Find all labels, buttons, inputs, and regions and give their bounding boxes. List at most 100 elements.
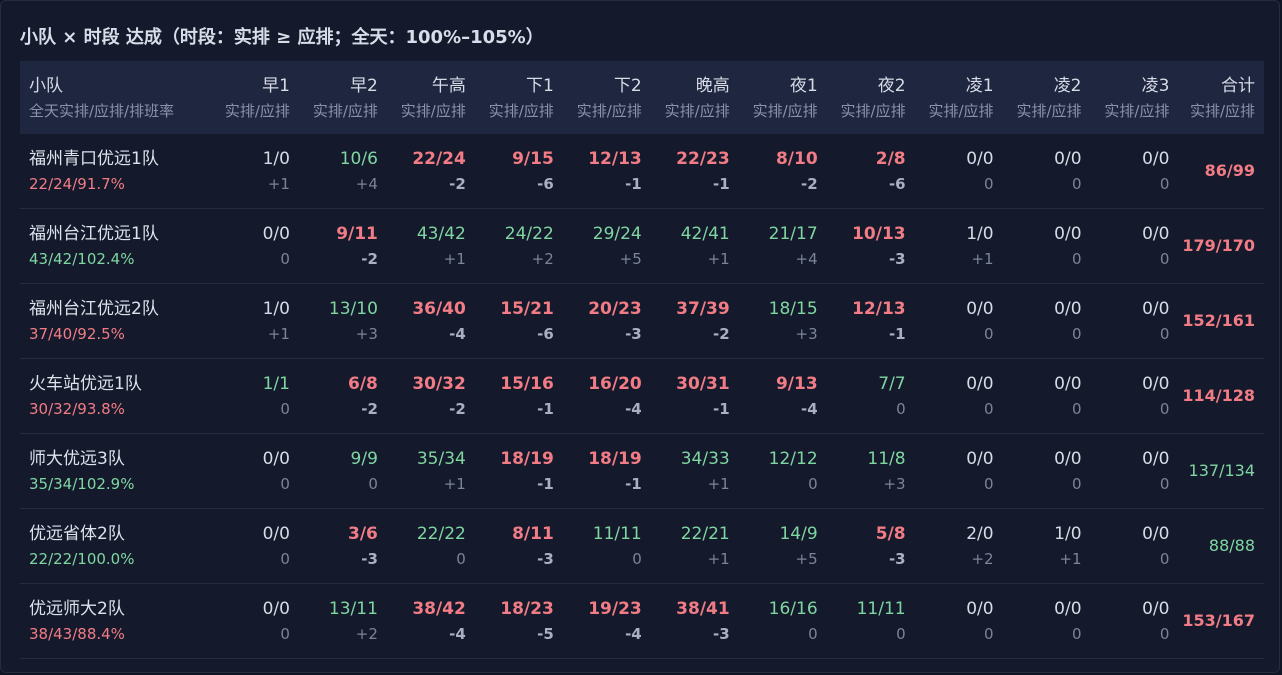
slot-value: 30/32 — [412, 374, 466, 394]
slot-cell: 3/6 -3 — [299, 509, 387, 584]
slot-diff: 0 — [1159, 325, 1170, 343]
slot-value: 3/6 — [348, 524, 378, 544]
slot-value: 16/16 — [768, 599, 818, 619]
slot-diff: -2 — [449, 400, 466, 418]
slot-value: 0/0 — [1142, 524, 1170, 544]
slot-diff: -2 — [800, 175, 818, 193]
team-cell: 火车站优远1队 30/32/93.8% — [20, 359, 211, 434]
slot-value: 7/7 — [878, 374, 906, 394]
slot-diff: -1 — [625, 475, 642, 493]
slot-cell: 16/20 -4 — [563, 359, 651, 434]
total-cell: 179/170 — [1178, 209, 1264, 284]
slot-value: 0/0 — [966, 374, 994, 394]
slot-diff: -4 — [449, 625, 466, 643]
column-header-slot-sub: 实排/应排 — [312, 101, 378, 120]
table-row[interactable]: 优远省体2队 22/22/100.0% 0/0 0 3/6 -3 22/22 0 8/11 -3 1… — [20, 509, 1264, 584]
slot-diff: -3 — [888, 250, 906, 268]
slot-diff: 0 — [1159, 400, 1170, 418]
column-header-slot[interactable]: 夜2 实排/应排 — [827, 61, 915, 134]
slot-value: 0/0 — [262, 449, 290, 469]
slot-cell: 20/23 -3 — [563, 284, 651, 359]
slot-diff: -3 — [361, 550, 378, 568]
slot-value: 0/0 — [1142, 374, 1170, 394]
team-daily-rate: 43/42/102.4% — [29, 250, 135, 268]
slot-cell: 0/0 0 — [1091, 509, 1179, 584]
table-row[interactable]: 福州台江优远1队 43/42/102.4% 0/0 0 9/11 -2 43/42 +1 24/… — [20, 209, 1264, 284]
column-header-slot[interactable]: 凌3 实排/应排 — [1091, 61, 1179, 134]
slot-value: 9/15 — [512, 149, 554, 169]
slot-value: 1/0 — [966, 224, 994, 244]
column-header-slot-sub: 实排/应排 — [1104, 101, 1170, 120]
slot-cell: 36/40 -4 — [387, 284, 475, 359]
table-row[interactable]: 师大优远3队 35/34/102.9% 0/0 0 9/9 0 35/34 +1 18/19 -1… — [20, 434, 1264, 509]
slot-value: 38/41 — [676, 599, 730, 619]
slot-value: 12/13 — [588, 149, 642, 169]
slot-diff: -1 — [625, 175, 642, 193]
team-cell: 优远省体2队 22/22/100.0% — [20, 509, 211, 584]
column-header-slot[interactable]: 夜1 实排/应排 — [739, 61, 827, 134]
slot-cell: 0/0 0 — [915, 434, 1003, 509]
column-header-slot[interactable]: 晚高 实排/应排 — [651, 61, 739, 134]
column-header-slot[interactable]: 凌2 实排/应排 — [1003, 61, 1091, 134]
column-header-slot[interactable]: 下1 实排/应排 — [475, 61, 563, 134]
slot-diff: -1 — [537, 400, 554, 418]
slot-diff: 0 — [896, 400, 906, 418]
column-header-total-label: 合计 — [1221, 75, 1255, 96]
slot-cell: 10/6 +4 — [299, 134, 387, 209]
slot-cell: 42/41 +1 — [651, 209, 739, 284]
team-name: 优远师大2队 — [29, 599, 125, 619]
team-daily-rate: 30/32/93.8% — [29, 400, 125, 418]
slot-cell: 0/0 0 — [1091, 134, 1179, 209]
slot-cell: 0/0 0 — [1003, 134, 1091, 209]
column-header-slot-label: 夜1 — [789, 75, 818, 96]
slot-diff: -6 — [537, 325, 554, 343]
column-header-slot[interactable]: 凌1 实排/应排 — [915, 61, 1003, 134]
slot-cell: 0/0 0 — [1091, 434, 1179, 509]
column-header-total[interactable]: 合计 实排/应排 — [1178, 61, 1264, 134]
total-cell: 137/134 — [1178, 434, 1264, 509]
slot-cell: 1/0 +1 — [1003, 509, 1091, 584]
slot-cell: 18/19 -1 — [563, 434, 651, 509]
column-header-slot[interactable]: 下2 实排/应排 — [563, 61, 651, 134]
slot-cell: 11/8 +3 — [827, 434, 915, 509]
table-row[interactable]: 福州青口优远1队 22/24/91.7% 1/0 +1 10/6 +4 22/24 -2 9/1… — [20, 134, 1264, 209]
slot-value: 35/34 — [416, 449, 466, 469]
slot-diff: 0 — [280, 550, 290, 568]
slot-diff: +1 — [443, 250, 466, 268]
column-header-slot-label: 下1 — [525, 75, 554, 96]
slot-diff: -5 — [537, 625, 554, 643]
slot-diff: 0 — [280, 250, 290, 268]
team-daily-rate: 22/24/91.7% — [29, 175, 125, 193]
column-header-team[interactable]: 小队 全天实排/应排/排班率 — [20, 61, 211, 134]
column-header-slot[interactable]: 早1 实排/应排 — [211, 61, 299, 134]
column-header-slot-label: 夜2 — [877, 75, 906, 96]
slot-diff: +1 — [443, 475, 466, 493]
slot-diff: +1 — [1059, 550, 1082, 568]
slot-cell: 16/16 0 — [739, 584, 827, 659]
slot-diff: 0 — [984, 625, 994, 643]
slot-value: 5/8 — [875, 524, 906, 544]
column-header-slot[interactable]: 早2 实排/应排 — [299, 61, 387, 134]
slot-cell: 5/8 -3 — [827, 509, 915, 584]
slot-diff: 0 — [984, 475, 994, 493]
slot-value: 34/33 — [680, 449, 730, 469]
slot-diff: 0 — [984, 400, 994, 418]
slot-cell: 18/19 -1 — [475, 434, 563, 509]
slot-value: 1/1 — [262, 374, 290, 394]
slot-value: 2/0 — [966, 524, 994, 544]
slot-cell: 2/8 -6 — [827, 134, 915, 209]
slot-diff: -2 — [361, 250, 378, 268]
slot-value: 9/9 — [350, 449, 378, 469]
slot-diff: -6 — [888, 175, 906, 193]
slot-value: 6/8 — [348, 374, 378, 394]
team-daily-rate: 38/43/88.4% — [29, 625, 125, 643]
column-header-slot-sub: 实排/应排 — [224, 101, 290, 120]
slot-diff: +1 — [971, 250, 994, 268]
table-row[interactable]: 火车站优远1队 30/32/93.8% 1/1 0 6/8 -2 30/32 -2 15/16-… — [20, 359, 1264, 434]
slot-diff: 0 — [984, 325, 994, 343]
table-row[interactable]: 优远师大2队 38/43/88.4% 0/0 0 13/11 +2 38/42 -4 18/23… — [20, 584, 1264, 659]
slot-value: 0/0 — [1142, 224, 1170, 244]
column-header-slot[interactable]: 午高 实排/应排 — [387, 61, 475, 134]
slot-cell: 0/0 0 — [1003, 584, 1091, 659]
table-row[interactable]: 福州台江优远2队 37/40/92.5% 1/0 +1 13/10 +3 36/40 -4 15… — [20, 284, 1264, 359]
